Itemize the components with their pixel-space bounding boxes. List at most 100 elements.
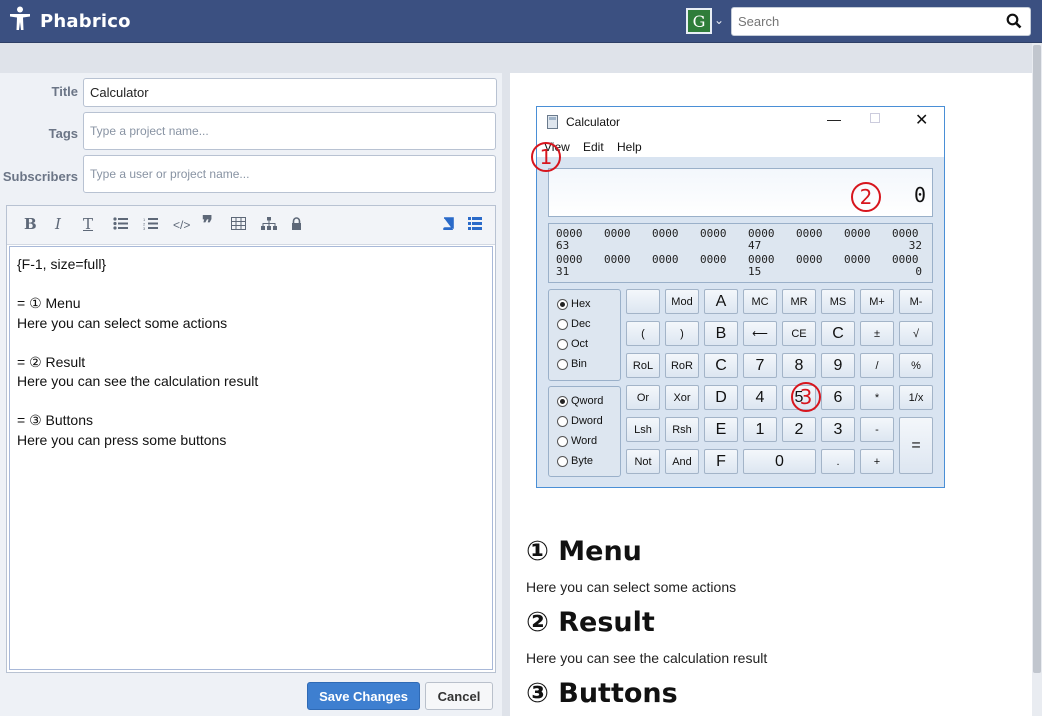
- maximize-icon: [870, 113, 880, 123]
- calc-key: Rsh: [665, 417, 699, 442]
- sitemap-icon[interactable]: [261, 217, 277, 233]
- home-link[interactable]: Phabrico: [8, 6, 131, 36]
- calc-radio-option: Dec: [557, 318, 591, 330]
- search-icon[interactable]: [1006, 13, 1022, 34]
- marker-1: 1: [531, 142, 561, 172]
- bold-icon[interactable]: B: [24, 215, 37, 233]
- calc-key: 3: [821, 417, 855, 442]
- bullet-list-icon[interactable]: [113, 217, 128, 233]
- bit-index-label: 0: [915, 265, 922, 278]
- calc-key: RoR: [665, 353, 699, 378]
- chevron-down-icon[interactable]: ⌄: [714, 13, 724, 27]
- search-box[interactable]: [731, 7, 1031, 36]
- table-icon[interactable]: [231, 217, 246, 233]
- calc-key: (: [626, 321, 660, 346]
- search-input[interactable]: [732, 8, 992, 35]
- calc-radio-option: Qword: [557, 395, 603, 407]
- cancel-button[interactable]: Cancel: [425, 682, 493, 710]
- radio-icon: [557, 338, 568, 350]
- accessibility-logo-icon: [8, 6, 32, 37]
- bit-index-label: 32: [908, 239, 922, 252]
- bit-index-label: 15: [748, 265, 762, 278]
- heading-icon[interactable]: T: [83, 215, 93, 233]
- radio-label: Hex: [571, 298, 591, 310]
- title-field[interactable]: Calculator: [83, 78, 497, 107]
- calc-key: %: [899, 353, 933, 378]
- calc-key: 8: [782, 353, 816, 378]
- italic-icon[interactable]: I: [55, 215, 61, 233]
- subscribers-input[interactable]: Type a user or project name...: [83, 155, 496, 193]
- calc-key: +: [860, 449, 894, 474]
- calc-key: A: [704, 289, 738, 314]
- quote-icon[interactable]: ❞: [202, 211, 213, 235]
- radio-label: Bin: [571, 358, 587, 370]
- marker-2: 2: [851, 182, 881, 212]
- text-menu: Here you can select some actions: [526, 579, 737, 595]
- calc-radio-option: Dword: [557, 415, 603, 427]
- radio-label: Dec: [571, 318, 591, 330]
- app-name: Phabrico: [40, 10, 131, 32]
- svg-text:3: 3: [143, 226, 146, 230]
- calc-key: [626, 289, 660, 314]
- radio-icon: [557, 395, 568, 407]
- editor-toolbar: B I T 123 </> ❞: [7, 206, 495, 245]
- calc-key: -: [860, 417, 894, 442]
- calc-key: *: [860, 385, 894, 410]
- scrollbar-thumb[interactable]: [1033, 45, 1041, 673]
- calc-key: ): [665, 321, 699, 346]
- user-avatar[interactable]: G: [686, 8, 712, 34]
- tags-input[interactable]: Type a project name...: [83, 112, 496, 150]
- calc-menu-help: Help: [617, 140, 642, 154]
- lock-icon[interactable]: [291, 217, 302, 233]
- calc-key: RoL: [626, 353, 660, 378]
- tags-label: Tags: [48, 126, 78, 141]
- calc-key: Or: [626, 385, 660, 410]
- calc-menu-edit: Edit: [583, 140, 604, 154]
- calc-key: E: [704, 417, 738, 442]
- calc-bit-display: 0000 0000 0000 0000 0000 0000 0000 0000 63 47 32 …: [548, 223, 933, 283]
- heading-menu: ① Menu: [526, 536, 642, 567]
- calc-key: C: [704, 353, 738, 378]
- numbered-list-icon[interactable]: 123: [143, 217, 158, 233]
- radio-icon: [557, 298, 568, 310]
- bit-index-label: 47: [748, 239, 762, 252]
- calc-key: ±: [860, 321, 894, 346]
- calc-key: F: [704, 449, 738, 474]
- calc-key: Lsh: [626, 417, 660, 442]
- calc-base-options: Hex Dec Oct Bin: [548, 289, 621, 381]
- calc-key: .: [821, 449, 855, 474]
- radio-icon: [557, 318, 568, 330]
- calc-word-options: Qword Dword Word Byte: [548, 386, 621, 477]
- calc-radio-option: Bin: [557, 358, 587, 370]
- book-icon[interactable]: [442, 217, 455, 233]
- subscribers-label: Subscribers: [2, 169, 78, 184]
- calc-key: M+: [860, 289, 894, 314]
- calc-key: 1/x: [899, 385, 933, 410]
- bit-index-label: 31: [556, 265, 570, 278]
- calc-titlebar: Calculator — ✕: [537, 107, 944, 137]
- calc-key: And: [665, 449, 699, 474]
- calculator-image: Calculator — ✕ View Edit Help 0 0000 0000…: [536, 106, 945, 488]
- calc-key: 6: [821, 385, 855, 410]
- code-icon[interactable]: </>: [173, 218, 190, 232]
- editor-textarea[interactable]: {F-1, size=full} = ① Menu Here you can s…: [9, 246, 493, 670]
- calc-key: B: [704, 321, 738, 346]
- calc-radio-option: Oct: [557, 338, 588, 350]
- radio-icon: [557, 455, 568, 467]
- radio-label: Byte: [571, 455, 594, 467]
- calc-key: MS: [821, 289, 855, 314]
- radio-label: Word: [571, 435, 598, 447]
- calc-key: MC: [743, 289, 777, 314]
- save-changes-button[interactable]: Save Changes: [307, 682, 420, 710]
- calc-title: Calculator: [566, 115, 621, 129]
- calc-key: CE: [782, 321, 816, 346]
- calc-key: 0: [743, 449, 816, 474]
- calc-key: M-: [899, 289, 933, 314]
- calc-key: C: [821, 321, 855, 346]
- calc-key: /: [860, 353, 894, 378]
- preview-toggle-icon[interactable]: [468, 217, 482, 233]
- calc-key: ⟵: [743, 321, 777, 346]
- title-label: Title: [51, 84, 79, 99]
- radio-icon: [557, 435, 568, 447]
- radio-label: Dword: [571, 415, 603, 427]
